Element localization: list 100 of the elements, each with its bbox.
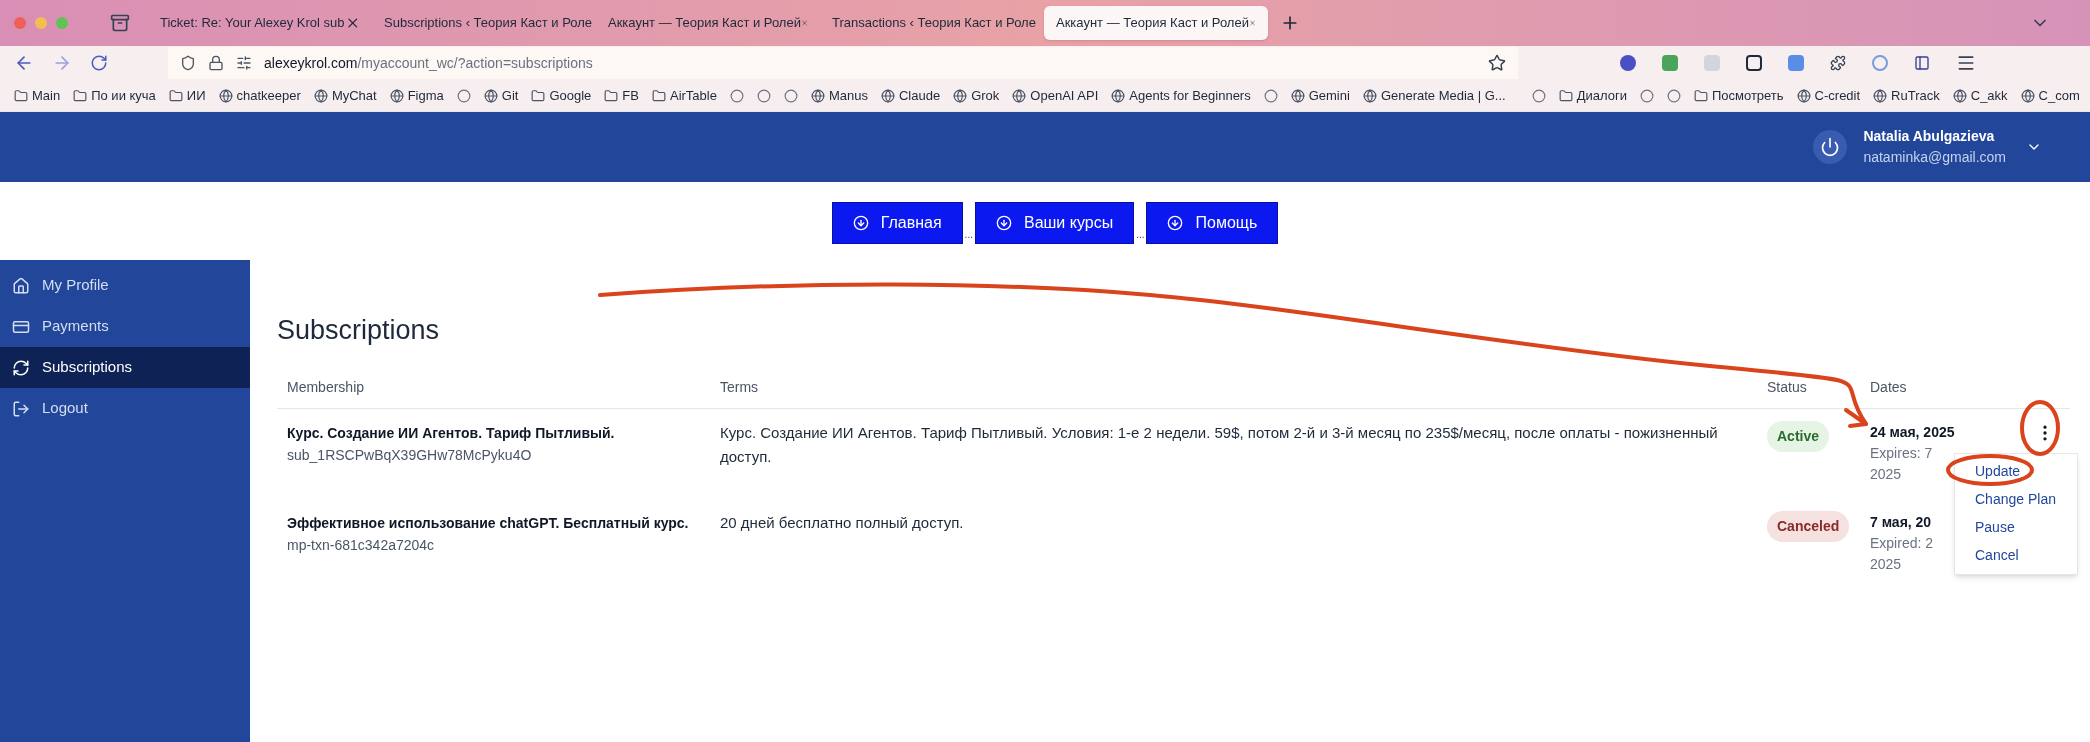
bookmark[interactable]: Manus xyxy=(806,85,872,106)
nav-button[interactable]: Главная xyxy=(831,202,963,244)
extension-icon[interactable] xyxy=(1746,55,1762,71)
tab-title: Subscriptions ‹ Теория Каст и Роле xyxy=(384,14,592,33)
bookmark[interactable]: C-credit xyxy=(1792,85,1865,106)
browser-tab[interactable]: Ticket: Re: Your Alexey Krol sub xyxy=(148,6,372,40)
puzzle-icon[interactable] xyxy=(1830,55,1846,71)
profile-avatar-icon[interactable] xyxy=(1620,55,1636,71)
date-year: 2025 xyxy=(1870,464,1902,484)
menu-item[interactable]: Update xyxy=(1955,457,2077,486)
star-icon[interactable] xyxy=(1488,54,1506,72)
power-avatar[interactable] xyxy=(1813,130,1848,164)
home-icon xyxy=(12,276,30,295)
download-icon xyxy=(852,215,869,231)
lock-icon xyxy=(208,55,224,71)
bookmark[interactable]: Gemini xyxy=(1286,85,1354,106)
membership-name: Курс. Создание ИИ Агентов. Тариф Пытливый. xyxy=(287,423,616,443)
bookmark[interactable]: ИИ xyxy=(164,85,210,106)
membership-id: sub_1RSCPwBqX39GHw78McPyku4O xyxy=(287,445,533,465)
browser-tab[interactable]: Аккаунт — Теория Каст и Ролей xyxy=(596,6,820,40)
menu-item[interactable]: Change Plan xyxy=(1955,485,2077,514)
status-badge: Active xyxy=(1767,420,1830,452)
bookmark[interactable]: Generate Media | G... xyxy=(1358,85,1510,106)
nav-button[interactable]: Ваши курсы xyxy=(974,202,1135,244)
site-icon[interactable] xyxy=(1263,88,1278,103)
browser-tab[interactable]: Subscriptions ‹ Теория Каст и Роле xyxy=(372,6,596,40)
bookmark[interactable]: Диалоги xyxy=(1554,85,1631,106)
globe-icon xyxy=(1796,88,1811,103)
terms-text: Курс. Создание ИИ Агентов. Тариф Пытливый. Условия: 1-е 2 недели. 59$, потом 2-й и 3-й месяц по 235$/месяц, после оплаты - пожизненный доступ. xyxy=(719,422,1719,467)
membership-id: mp-txn-681c342a7204c xyxy=(287,535,436,555)
globe-icon xyxy=(953,88,968,103)
sidebar-item[interactable]: Payments xyxy=(0,306,250,347)
sidebar-item[interactable]: Subscriptions xyxy=(0,347,250,388)
site-icon[interactable] xyxy=(783,88,798,103)
folder-icon xyxy=(1693,88,1708,103)
address-field[interactable]: alexeykrol.com/myaccount_wc/?action=subscriptions xyxy=(168,47,1518,79)
tab-title: Transactions ‹ Теория Каст и Роле xyxy=(832,14,1036,33)
browser-tab[interactable]: Transactions ‹ Теория Каст и Роле xyxy=(820,6,1044,40)
bookmark[interactable]: C_com xyxy=(2016,85,2084,106)
site-icon[interactable] xyxy=(1639,88,1654,103)
bookmark[interactable]: По ии куча xyxy=(69,85,160,106)
bookmark[interactable]: MyChat xyxy=(309,85,381,106)
site-icon[interactable] xyxy=(1666,88,1681,103)
sidebar-item[interactable]: Logout xyxy=(0,388,250,429)
globe-icon xyxy=(810,88,825,103)
tab-title: Ticket: Re: Your Alexey Krol sub xyxy=(160,14,345,33)
site-icon[interactable] xyxy=(456,88,471,103)
bookmark[interactable]: FB xyxy=(600,85,643,106)
nav-separator: ... xyxy=(964,228,973,242)
bookmark[interactable]: RuTrack xyxy=(1869,85,1944,106)
menu-item[interactable]: Pause xyxy=(1955,513,2077,542)
site-icon[interactable] xyxy=(1531,88,1546,103)
download-icon xyxy=(995,215,1012,231)
user-email: nataminka@gmail.com xyxy=(1863,148,2006,167)
menu-icon[interactable] xyxy=(1956,53,1976,73)
globe-icon xyxy=(218,88,233,103)
nav-button[interactable]: Помощь xyxy=(1146,202,1279,244)
reload-icon[interactable] xyxy=(90,54,108,72)
globe-icon xyxy=(1952,88,1967,103)
folder-icon xyxy=(73,88,88,103)
folder-icon xyxy=(604,88,619,103)
bookmark[interactable]: Посмотреть xyxy=(1689,85,1788,106)
tab-list-icon[interactable] xyxy=(110,13,130,33)
power-icon xyxy=(1820,137,1841,157)
site-icon[interactable] xyxy=(729,88,744,103)
logout-icon xyxy=(12,399,30,418)
globe-icon xyxy=(389,88,404,103)
globe-icon xyxy=(1012,88,1027,103)
bookmark[interactable]: OpenAI API xyxy=(1008,85,1103,106)
bookmark[interactable]: chatkeeper xyxy=(214,85,305,106)
bookmark[interactable]: Claude xyxy=(876,85,945,106)
tab-title: Аккаунт — Теория Каст и Ролей xyxy=(608,14,801,33)
sidebar-icon[interactable] xyxy=(1914,55,1930,71)
bookmark[interactable]: Agents for Beginners xyxy=(1107,85,1255,106)
bookmark[interactable]: C_akk xyxy=(1948,85,2012,106)
bookmark[interactable]: Git xyxy=(479,85,523,106)
folder-icon xyxy=(651,88,666,103)
start-date: 24 мая, 2025 xyxy=(1870,422,1955,442)
globe-icon xyxy=(1290,88,1305,103)
globe-icon xyxy=(880,88,895,103)
column-header: Membership xyxy=(286,377,366,397)
settings-icon[interactable] xyxy=(236,55,252,71)
globe-icon xyxy=(483,88,498,103)
bookmark[interactable]: Grok xyxy=(949,85,1004,106)
bookmark[interactable]: Google xyxy=(527,85,596,106)
browser-tab[interactable]: Аккаунт — Теория Каст и Ролей xyxy=(1044,6,1268,40)
site-icon[interactable] xyxy=(756,88,771,103)
translate-icon[interactable] xyxy=(1788,55,1804,71)
menu-item[interactable]: Cancel xyxy=(1955,541,2077,570)
bookmark[interactable]: AirTable xyxy=(647,85,721,106)
url-text: alexeykrol.com/myaccount_wc/?action=subscriptions xyxy=(264,53,593,73)
folder-icon xyxy=(168,88,183,103)
date-note: Expired: 2 xyxy=(1870,533,1934,553)
column-header: Status xyxy=(1766,377,1808,397)
shield-icon xyxy=(180,55,196,71)
bookmark[interactable]: Figma xyxy=(385,85,448,106)
folder-icon xyxy=(531,88,546,103)
bookmark[interactable]: Main xyxy=(10,85,65,106)
terms-text: 20 дней бесплатно полный доступ. xyxy=(719,512,965,533)
sidebar-item[interactable]: My Profile xyxy=(0,265,250,306)
